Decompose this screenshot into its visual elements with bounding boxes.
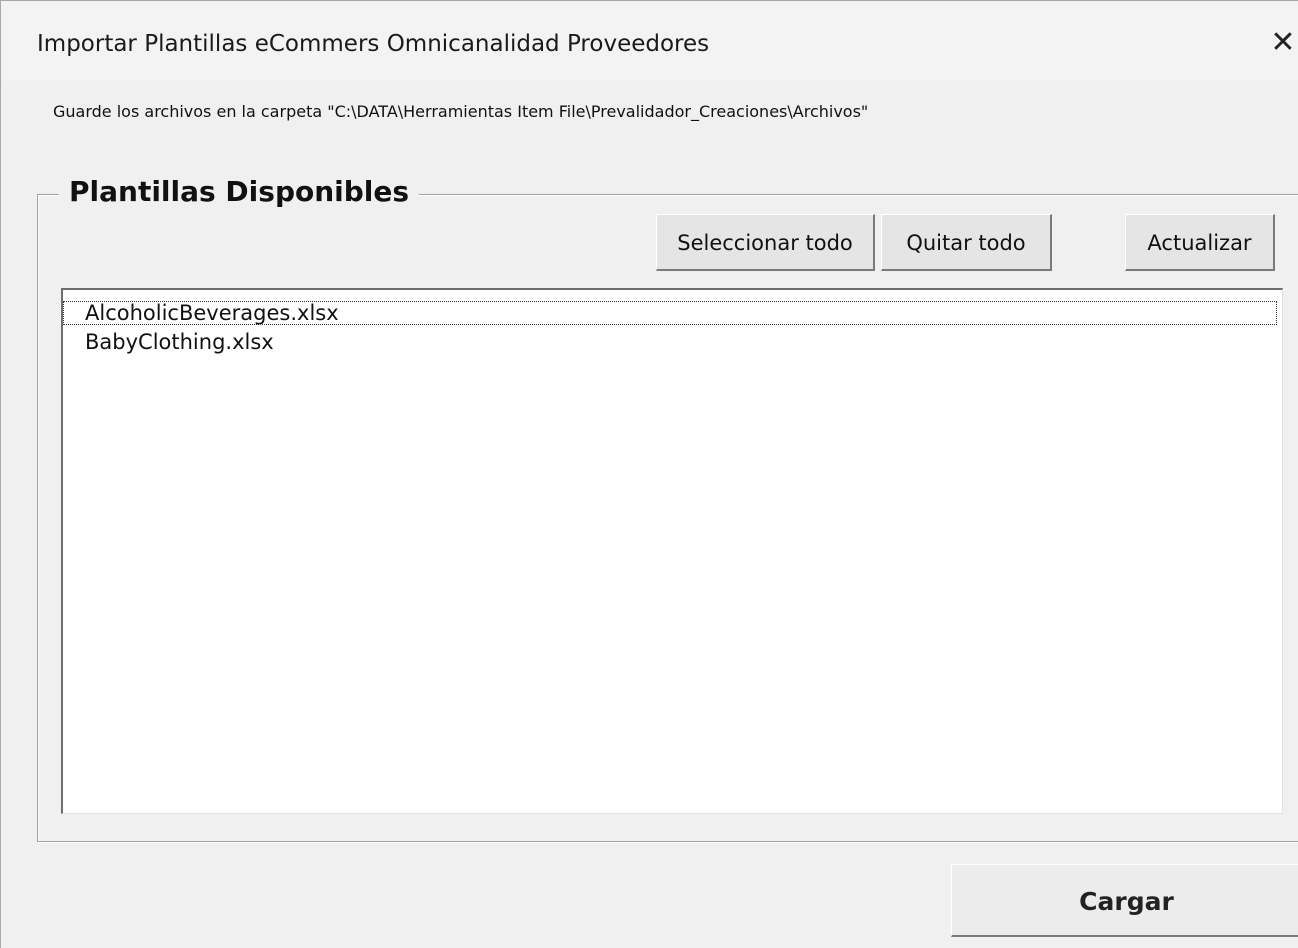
window-title: Importar Plantillas eCommers Omnicanalid… bbox=[37, 31, 710, 57]
load-button[interactable]: Cargar bbox=[951, 864, 1298, 937]
select-all-button[interactable]: Seleccionar todo bbox=[656, 214, 875, 271]
templates-listbox[interactable]: AlcoholicBeverages.xlsx BabyClothing.xls… bbox=[61, 288, 1283, 814]
close-icon[interactable]: ✕ bbox=[1263, 23, 1298, 63]
clear-all-button[interactable]: Quitar todo bbox=[881, 214, 1052, 271]
list-item[interactable]: AlcoholicBeverages.xlsx bbox=[63, 301, 1277, 325]
list-item[interactable]: BabyClothing.xlsx bbox=[63, 330, 1277, 354]
folder-instruction: Guarde los archivos en la carpeta "C:\DA… bbox=[53, 102, 869, 121]
title-bar: Importar Plantillas eCommers Omnicanalid… bbox=[1, 1, 1298, 81]
frame-caption: Plantillas Disponibles bbox=[59, 175, 420, 208]
import-templates-dialog: Importar Plantillas eCommers Omnicanalid… bbox=[0, 0, 1298, 948]
refresh-button[interactable]: Actualizar bbox=[1125, 214, 1275, 271]
